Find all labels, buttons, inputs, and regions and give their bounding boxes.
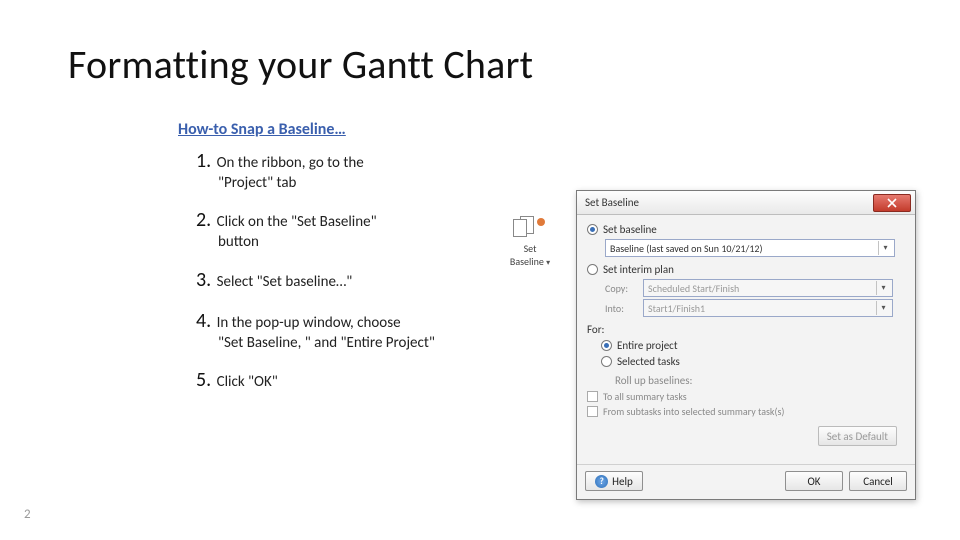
howto-subtitle: How-to Snap a Baseline…: [178, 120, 346, 139]
step-3: 3. Select "Set baseline…": [196, 267, 496, 294]
step-text: On the ribbon, go to the: [217, 154, 364, 172]
checkbox-label: To all summary tasks: [603, 390, 687, 403]
page-title: Formatting your Gantt Chart: [68, 40, 533, 89]
radio-label: Entire project: [617, 339, 678, 352]
copy-label: Copy:: [605, 282, 637, 295]
dialog-titlebar: Set Baseline: [577, 191, 915, 215]
button-label: Set as Default: [827, 430, 888, 443]
into-label: Into:: [605, 302, 637, 315]
radio-set-interim-plan[interactable]: Set interim plan: [587, 263, 905, 276]
step-number: 1.: [196, 149, 211, 173]
radio-icon: [601, 340, 612, 351]
help-icon: ?: [595, 475, 608, 488]
set-baseline-dialog: Set Baseline Set baseline Baseline (last…: [576, 190, 916, 500]
button-label: Help: [612, 475, 633, 488]
combo-value: Scheduled Start/Finish: [648, 282, 739, 295]
button-label: OK: [808, 475, 821, 488]
step-text-cont: "Project" tab: [196, 173, 496, 193]
checkbox-from-subtasks[interactable]: From subtasks into selected summary task…: [587, 405, 905, 418]
step-number: 2.: [196, 208, 211, 232]
ribbon-label-2: Baseline: [510, 255, 544, 268]
step-text: In the pop-up window, choose: [217, 314, 401, 332]
step-text-cont: button: [196, 232, 496, 252]
checkbox-to-all-summary[interactable]: To all summary tasks: [587, 390, 905, 403]
step-number: 5.: [196, 368, 211, 392]
checkbox-icon: [587, 406, 598, 417]
step-text: Select "Set baseline…": [217, 273, 353, 291]
chevron-down-icon: ▾: [876, 281, 890, 295]
ok-button[interactable]: OK: [785, 471, 843, 491]
into-combobox[interactable]: Start1/Finish1 ▾: [643, 299, 893, 317]
step-4: 4. In the pop-up window, choose "Set Bas…: [196, 308, 496, 353]
chevron-down-icon: ▾: [546, 258, 550, 268]
steps-list: 1. On the ribbon, go to the "Project" ta…: [196, 148, 496, 408]
help-button[interactable]: ? Help: [585, 471, 643, 491]
step-text-cont: "Set Baseline, " and "Entire Project": [196, 333, 496, 353]
set-baseline-ribbon-button[interactable]: Set Baseline ▾: [500, 216, 560, 268]
chevron-down-icon: ▾: [878, 241, 892, 255]
for-label: For:: [587, 323, 905, 336]
cancel-button[interactable]: Cancel: [849, 471, 907, 491]
radio-entire-project[interactable]: Entire project: [601, 339, 905, 352]
step-number: 4.: [196, 309, 211, 333]
checkbox-label: From subtasks into selected summary task…: [603, 405, 784, 418]
set-as-default-button[interactable]: Set as Default: [818, 426, 897, 446]
rollup-label: Roll up baselines:: [615, 374, 905, 387]
step-1: 1. On the ribbon, go to the "Project" ta…: [196, 148, 496, 193]
close-icon: [887, 198, 897, 208]
combo-value: Baseline (last saved on Sun 10/21/12): [610, 242, 763, 255]
chevron-down-icon: ▾: [876, 301, 890, 315]
step-2: 2. Click on the "Set Baseline" button: [196, 207, 496, 252]
radio-label: Set interim plan: [603, 263, 674, 276]
radio-set-baseline[interactable]: Set baseline: [587, 223, 905, 236]
dialog-title: Set Baseline: [585, 196, 873, 209]
step-number: 3.: [196, 268, 211, 292]
button-label: Cancel: [863, 475, 893, 488]
page-number: 2: [24, 507, 31, 522]
checkbox-icon: [587, 391, 598, 402]
radio-label: Set baseline: [603, 223, 657, 236]
step-5: 5. Click "OK": [196, 367, 496, 394]
combo-value: Start1/Finish1: [648, 302, 705, 315]
radio-icon: [601, 356, 612, 367]
copy-combobox[interactable]: Scheduled Start/Finish ▾: [643, 279, 893, 297]
radio-label: Selected tasks: [617, 355, 680, 368]
baseline-combobox[interactable]: Baseline (last saved on Sun 10/21/12) ▾: [605, 239, 895, 257]
close-button[interactable]: [873, 194, 911, 212]
step-text: Click "OK": [217, 373, 278, 391]
set-baseline-icon: [513, 216, 547, 240]
radio-icon: [587, 224, 598, 235]
ribbon-label-1: Set: [500, 242, 560, 255]
radio-icon: [587, 264, 598, 275]
step-text: Click on the "Set Baseline": [217, 213, 377, 231]
radio-selected-tasks[interactable]: Selected tasks: [601, 355, 905, 368]
